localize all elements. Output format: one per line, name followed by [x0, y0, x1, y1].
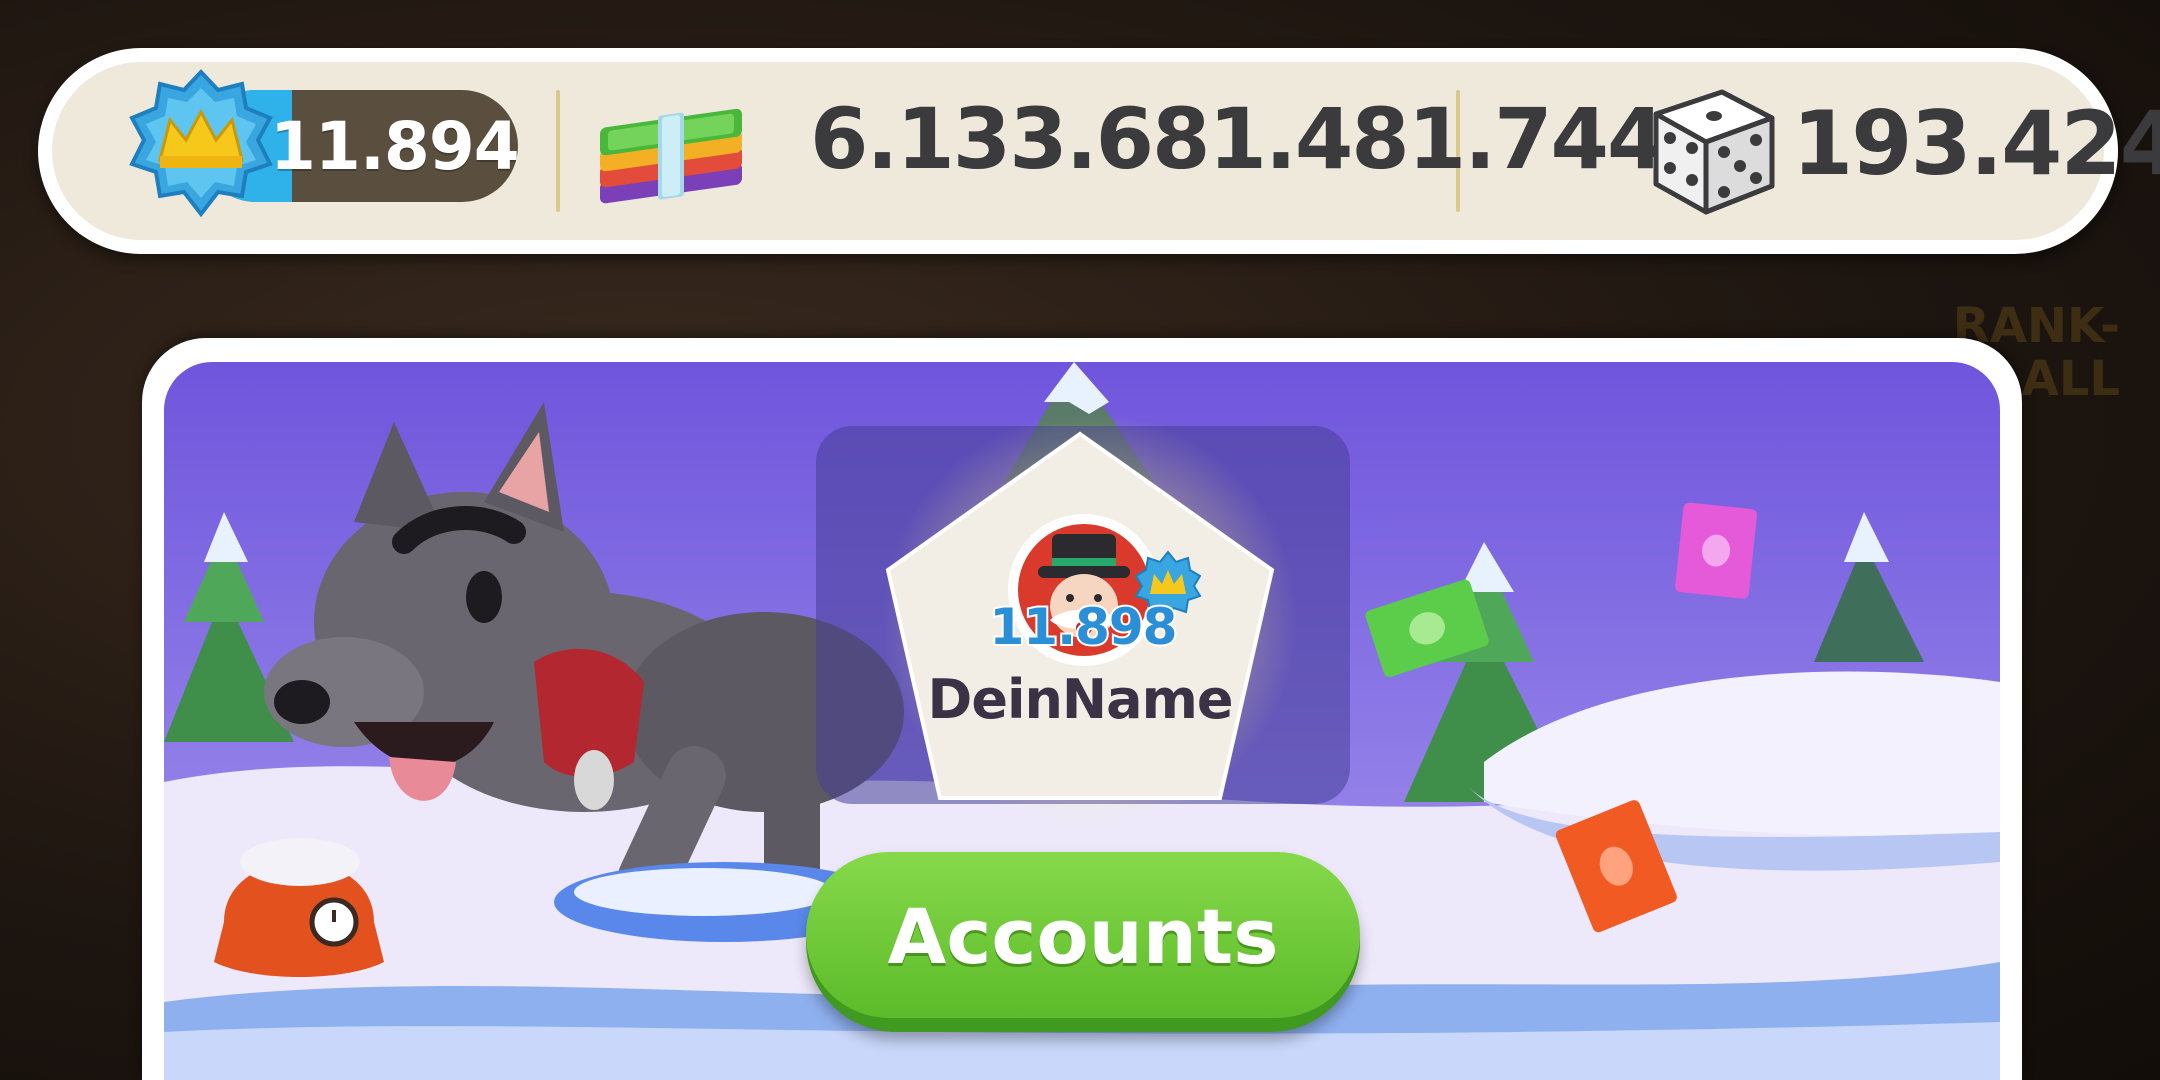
cash-stack-icon	[600, 108, 742, 204]
dice-value: 193.424	[1792, 92, 2160, 195]
level-value: 11.894	[270, 108, 518, 185]
accounts-button-label: Accounts	[887, 892, 1279, 981]
player-name: DeinName	[927, 668, 1234, 731]
resource-bar: 11.894 6.133.681.481.744 193.424	[38, 48, 2160, 254]
monopoly-m-badge-icon	[129, 69, 273, 218]
player-level: 11.898	[988, 596, 1180, 658]
cash-value: 6.133.681.481.744	[810, 90, 1665, 188]
accounts-button-face: Accounts	[806, 852, 1360, 1018]
accounts-button[interactable]: Accounts	[806, 852, 1360, 1032]
resource-divider	[556, 90, 560, 212]
dice-icon	[1653, 89, 1775, 215]
